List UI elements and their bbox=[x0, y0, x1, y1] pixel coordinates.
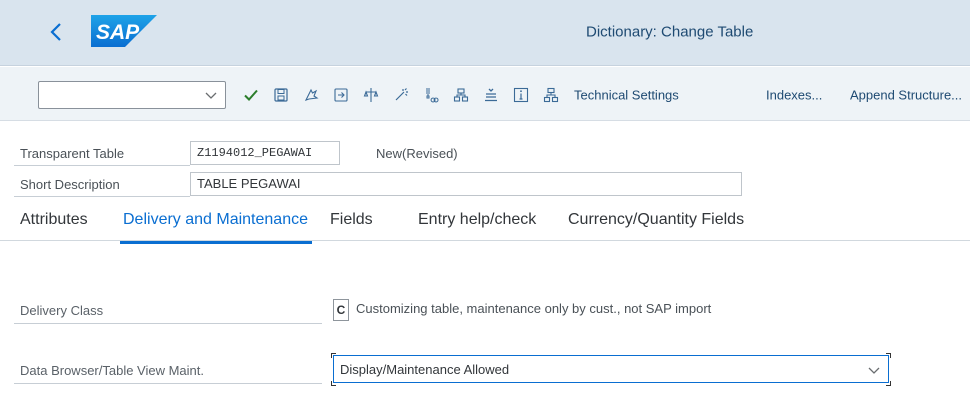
append-structure-button[interactable]: Append Structure... bbox=[850, 88, 962, 103]
structure-icon[interactable] bbox=[452, 86, 470, 104]
activate-icon[interactable] bbox=[332, 86, 350, 104]
display-object-list-icon[interactable] bbox=[392, 86, 410, 104]
tab-entry-help-check[interactable]: Entry help/check bbox=[418, 211, 536, 229]
focus-corner bbox=[886, 381, 891, 386]
data-browser-value: Display/Maintenance Allowed bbox=[340, 362, 510, 377]
tab-delivery-and-maintenance[interactable]: Delivery and Maintenance bbox=[123, 211, 308, 229]
table-name-field[interactable]: Z1194012_PEGAWAI bbox=[190, 141, 340, 165]
focus-corner bbox=[331, 381, 336, 386]
sap-logo: SAP bbox=[91, 15, 157, 47]
short-description-label: Short Description bbox=[20, 177, 120, 192]
page-title: Dictionary: Change Table bbox=[586, 23, 754, 41]
tab-attributes[interactable]: Attributes bbox=[20, 211, 88, 229]
delivery-class-description: Customizing table, maintenance only by c… bbox=[356, 301, 712, 316]
tab-fields[interactable]: Fields bbox=[330, 211, 373, 229]
tab-strip: Attributes Delivery and Maintenance Fiel… bbox=[0, 209, 970, 241]
chevron-down-icon[interactable] bbox=[866, 362, 882, 378]
delivery-class-field[interactable]: C bbox=[333, 299, 349, 321]
svg-text:SAP: SAP bbox=[96, 21, 140, 44]
delivery-class-label: Delivery Class bbox=[20, 303, 104, 318]
divider bbox=[14, 196, 190, 197]
indexes-button[interactable]: Indexes... bbox=[766, 88, 822, 103]
save-icon[interactable] bbox=[272, 86, 290, 104]
divider bbox=[14, 165, 190, 166]
focus-corner bbox=[331, 353, 336, 358]
other-object-icon[interactable] bbox=[302, 86, 320, 104]
insert-row-icon[interactable] bbox=[482, 86, 500, 104]
network-icon[interactable] bbox=[542, 86, 560, 104]
active-tab-indicator bbox=[120, 241, 312, 244]
toolbar: Technical Settings Indexes... Append Str… bbox=[0, 67, 970, 121]
short-description-field[interactable]: TABLE PEGAWAI bbox=[190, 172, 742, 196]
tab-currency-quantity-fields[interactable]: Currency/Quantity Fields bbox=[568, 211, 744, 229]
chevron-down-icon[interactable] bbox=[203, 87, 219, 103]
command-input[interactable] bbox=[45, 86, 195, 104]
data-browser-label: Data Browser/Table View Maint. bbox=[20, 363, 205, 378]
where-used-icon[interactable] bbox=[362, 86, 380, 104]
table-status: New(Revised) bbox=[376, 146, 458, 161]
hierarchy-icon[interactable] bbox=[422, 86, 440, 104]
chevron-left-icon bbox=[50, 23, 61, 41]
table-type-label: Transparent Table bbox=[20, 146, 125, 161]
title-bar: SAP Dictionary: Change Table bbox=[0, 0, 970, 66]
data-browser-select[interactable]: Display/Maintenance Allowed bbox=[333, 355, 889, 383]
check-icon[interactable] bbox=[242, 86, 260, 104]
info-icon[interactable] bbox=[512, 86, 530, 104]
focus-corner bbox=[886, 353, 891, 358]
divider bbox=[14, 383, 322, 384]
back-button[interactable] bbox=[38, 14, 74, 50]
technical-settings-button[interactable]: Technical Settings bbox=[574, 88, 679, 103]
divider bbox=[14, 323, 322, 324]
command-field[interactable] bbox=[38, 81, 226, 109]
